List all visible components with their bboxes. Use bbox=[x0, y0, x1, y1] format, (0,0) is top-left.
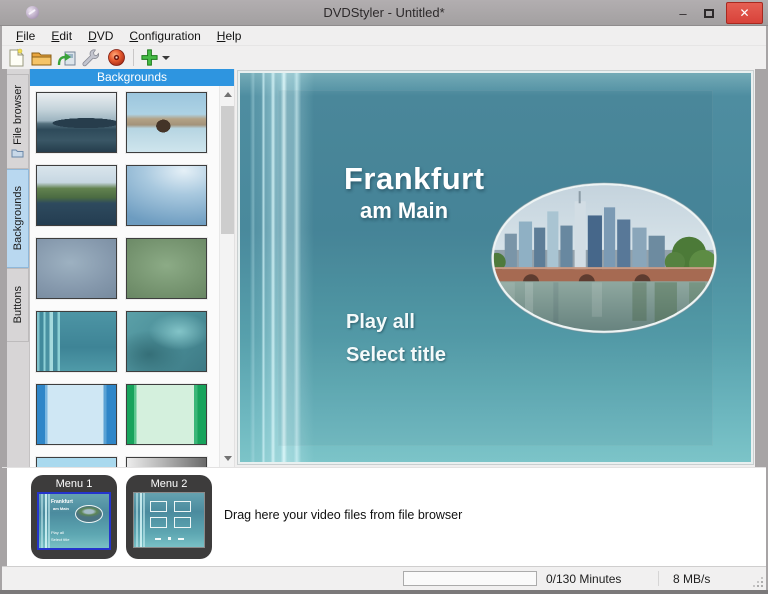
background-thumbnail[interactable] bbox=[125, 456, 208, 467]
close-button[interactable]: ✕ bbox=[726, 2, 763, 24]
menu-help[interactable]: Help bbox=[209, 27, 250, 45]
menu-file[interactable]: File bbox=[8, 27, 43, 45]
menu-configuration[interactable]: Configuration bbox=[121, 27, 208, 45]
background-thumbnail[interactable] bbox=[35, 456, 118, 467]
menu-editor-area: Frankfurt am Main Play all Select title bbox=[235, 69, 755, 467]
background-thumbnail[interactable] bbox=[35, 91, 118, 154]
bitrate-status: 8 MB/s bbox=[673, 572, 711, 586]
background-thumbnail[interactable] bbox=[125, 383, 208, 446]
mini-title-grid bbox=[150, 501, 191, 528]
burn-button[interactable] bbox=[104, 47, 129, 69]
resize-grip[interactable] bbox=[753, 577, 763, 587]
background-thumbnail[interactable] bbox=[125, 91, 208, 154]
window-frame: File Edit DVD Configuration Help File br… bbox=[0, 26, 768, 590]
play-all-button[interactable]: Play all bbox=[346, 311, 415, 334]
menu-preview[interactable]: Frankfurt am Main Play all Select title bbox=[237, 70, 754, 465]
background-thumbnail[interactable] bbox=[35, 383, 118, 446]
toolbar-separator bbox=[133, 49, 134, 66]
menu2-label: Menu 2 bbox=[150, 478, 188, 490]
statusbar: 0/130 Minutes 8 MB/s bbox=[2, 566, 766, 590]
menu1-screen: Frankfurt am Main Play all Select title bbox=[37, 492, 111, 550]
background-thumbnail[interactable] bbox=[35, 237, 118, 300]
toolbar bbox=[2, 46, 766, 69]
background-thumbnail[interactable] bbox=[125, 164, 208, 227]
minimize-button[interactable]: – bbox=[670, 2, 696, 24]
menu-title-text[interactable]: Frankfurt bbox=[344, 161, 485, 197]
tab-buttons[interactable]: Buttons bbox=[7, 268, 29, 342]
menu-dvd[interactable]: DVD bbox=[80, 27, 121, 45]
dvdstyler-window: DVDStyler - Untitled* – ✕ File Edit DVD … bbox=[0, 0, 768, 594]
folder-icon bbox=[11, 149, 24, 158]
maximize-button[interactable] bbox=[696, 2, 722, 24]
mini-menu-subtitle: am Main bbox=[53, 506, 70, 511]
mini-play-all: Play all bbox=[51, 530, 64, 535]
new-project-button[interactable] bbox=[4, 47, 29, 69]
statusbar-separator bbox=[658, 571, 659, 586]
menubar: File Edit DVD Configuration Help bbox=[2, 26, 766, 46]
right-gutter bbox=[755, 69, 766, 467]
scrollbar-thumb[interactable] bbox=[221, 106, 234, 234]
mini-nav-buttons bbox=[134, 537, 204, 540]
scroll-up-arrow-icon[interactable] bbox=[220, 87, 234, 102]
tab-backgrounds[interactable]: Backgrounds bbox=[7, 169, 29, 268]
menu-subtitle-text[interactable]: am Main bbox=[360, 198, 448, 224]
open-project-button[interactable] bbox=[29, 47, 54, 69]
select-title-button[interactable]: Select title bbox=[346, 344, 446, 367]
titlebar[interactable]: DVDStyler - Untitled* – ✕ bbox=[0, 0, 768, 26]
timeline-left-gutter bbox=[2, 468, 7, 566]
sidebar-tabstrip: File browser Backgrounds Buttons bbox=[7, 69, 30, 467]
capacity-progress-bar bbox=[403, 571, 537, 586]
scroll-down-arrow-icon[interactable] bbox=[220, 451, 234, 466]
menu2-thumbnail[interactable]: Menu 2 bbox=[126, 475, 212, 559]
new-document-icon bbox=[9, 48, 25, 67]
duration-status: 0/130 Minutes bbox=[546, 572, 622, 586]
menu1-label: Menu 1 bbox=[55, 478, 93, 490]
menu1-thumbnail[interactable]: Menu 1 Frankfurt am Main Play all Select… bbox=[31, 475, 117, 559]
menu-edit[interactable]: Edit bbox=[43, 27, 80, 45]
plus-icon bbox=[141, 49, 158, 66]
mini-menu-title: Frankfurt bbox=[51, 499, 73, 505]
open-folder-icon bbox=[31, 52, 52, 66]
add-file-button[interactable] bbox=[138, 47, 172, 69]
timeline-panel[interactable]: Menu 1 Frankfurt am Main Play all Select… bbox=[2, 467, 766, 566]
backgrounds-panel-header: Backgrounds bbox=[30, 69, 234, 86]
window-title: DVDStyler - Untitled* bbox=[323, 5, 445, 20]
background-thumbnail[interactable] bbox=[35, 310, 118, 373]
workspace: File browser Backgrounds Buttons Backgro… bbox=[2, 69, 766, 467]
tab-file-browser[interactable]: File browser bbox=[7, 74, 29, 169]
maximize-icon bbox=[704, 8, 714, 18]
chevron-down-icon[interactable] bbox=[162, 55, 170, 60]
window-controls: – ✕ bbox=[670, 0, 763, 26]
burn-disc-icon bbox=[108, 49, 125, 66]
mini-stripes bbox=[41, 494, 51, 548]
backgrounds-scrollbar[interactable] bbox=[219, 86, 234, 467]
app-icon bbox=[26, 6, 39, 19]
background-thumbnail[interactable] bbox=[125, 237, 208, 300]
save-project-button[interactable] bbox=[54, 47, 79, 69]
settings-button[interactable] bbox=[79, 47, 104, 69]
backgrounds-grid bbox=[30, 86, 234, 467]
frankfurt-oval-image[interactable] bbox=[490, 181, 718, 335]
menu2-screen bbox=[133, 492, 205, 548]
drop-hint-text: Drag here your video files from file bro… bbox=[224, 508, 463, 522]
background-thumbnail[interactable] bbox=[35, 164, 118, 227]
mini-oval-image bbox=[75, 505, 103, 523]
save-export-icon bbox=[57, 51, 76, 65]
backgrounds-panel: Backgrounds bbox=[30, 69, 235, 467]
wrench-icon bbox=[82, 49, 100, 67]
background-thumbnail[interactable] bbox=[125, 310, 208, 373]
mini-select-title: Select title bbox=[51, 537, 70, 542]
window-bottom-border bbox=[0, 590, 768, 594]
